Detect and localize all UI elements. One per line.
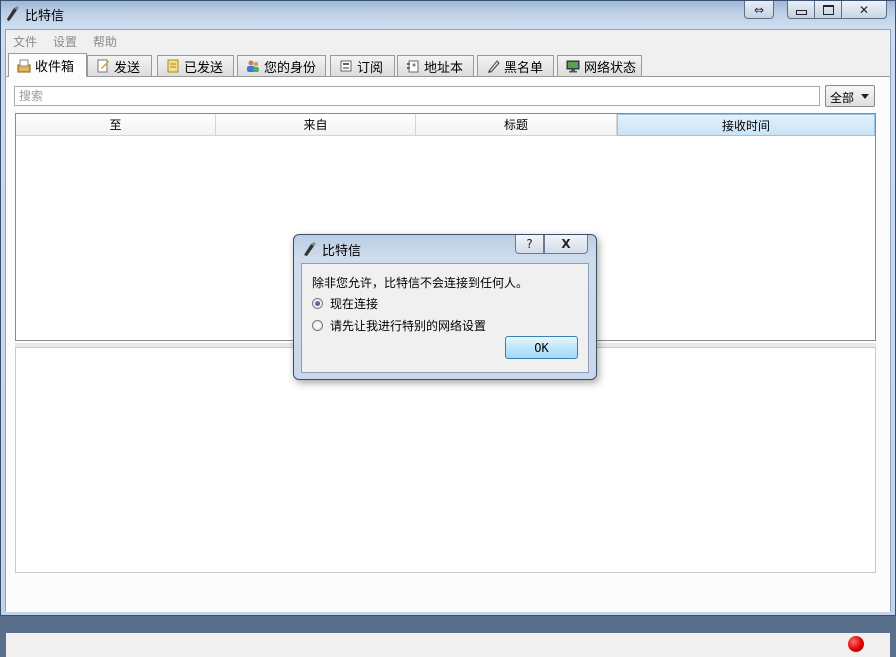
radio-button[interactable]: [312, 320, 323, 331]
option-connect-now[interactable]: 现在连接: [312, 295, 378, 312]
tab-inbox[interactable]: 收件箱: [8, 53, 87, 77]
tab-subscriptions[interactable]: 订阅: [330, 55, 395, 76]
menu-settings[interactable]: 设置: [53, 33, 77, 50]
maximize-icon: [822, 4, 834, 15]
column-header-label: 接收时间: [721, 118, 770, 133]
column-header-received[interactable]: 接收时间: [617, 114, 875, 136]
menu-help[interactable]: 帮助: [93, 33, 117, 50]
bitmessage-logo-icon: [5, 5, 21, 21]
dialog-close-button[interactable]: X: [544, 235, 588, 254]
network-status-indicator-icon[interactable]: [848, 636, 864, 652]
menu-file[interactable]: 文件: [13, 33, 37, 50]
maximize-button[interactable]: [814, 1, 842, 19]
tab-blacklist[interactable]: 黑名单: [477, 55, 554, 76]
radio-button-checked[interactable]: [312, 298, 323, 309]
option-label: 现在连接: [330, 297, 379, 311]
tab-label: 黑名单: [504, 60, 544, 76]
search-filter-value: 全部: [830, 91, 855, 105]
tab-identities[interactable]: 您的身份: [237, 55, 326, 76]
option-configure-network[interactable]: 请先让我进行特别的网络设置: [312, 317, 486, 334]
column-header-subject[interactable]: 标题: [416, 114, 617, 136]
help-icon: ?: [526, 237, 533, 251]
tab-label: 您的身份: [264, 60, 317, 76]
window-title: 比特信: [25, 9, 65, 24]
close-icon: ✕: [858, 2, 870, 17]
inbox-icon: [17, 59, 31, 73]
dialog-body: 除非您允许，比特信不会连接到任何人。 现在连接 请先让我进行特别的网络设置 OK: [301, 263, 589, 373]
dialog-help-button[interactable]: ?: [515, 235, 544, 254]
tab-label: 网络状态: [584, 60, 637, 76]
search-filter-select[interactable]: 全部: [825, 85, 875, 107]
search-input[interactable]: [14, 86, 820, 106]
close-icon: X: [561, 237, 571, 251]
ok-button[interactable]: OK: [505, 336, 578, 359]
column-header-from[interactable]: 来自: [216, 114, 416, 136]
resize-arrows-icon: ⇔: [753, 2, 765, 17]
connect-dialog: 比特信 ? X 除非您允许，比特信不会连接到任何人。 现在连接 请先让我进行特别…: [293, 234, 597, 380]
tab-address-book[interactable]: 地址本: [397, 55, 474, 76]
network-status-icon: [566, 59, 580, 73]
tab-label: 发送: [114, 60, 141, 76]
tab-bar: 收件箱 发送 已发送 您的身份 订阅 地址本 黑名单 网络状态: [6, 53, 890, 77]
title-bar[interactable]: 比特信 ⇔ ✕: [1, 1, 895, 27]
message-preview[interactable]: [15, 347, 876, 573]
restore-size-button[interactable]: ⇔: [744, 1, 774, 19]
table-header: 至 来自 标题 接收时间: [16, 114, 875, 136]
menu-bar: 文件 设置 帮助: [6, 30, 890, 50]
tab-network-status[interactable]: 网络状态: [557, 55, 642, 76]
minimize-icon: [795, 10, 807, 15]
tab-label: 已发送: [184, 60, 224, 76]
dialog-title: 比特信: [322, 244, 362, 259]
blacklist-icon: [486, 59, 500, 73]
close-button[interactable]: ✕: [841, 1, 887, 19]
tab-label: 地址本: [424, 60, 464, 76]
minimize-button[interactable]: [787, 1, 815, 19]
sent-icon: [166, 59, 180, 73]
send-icon: [96, 59, 110, 73]
tab-send[interactable]: 发送: [87, 55, 152, 76]
identities-icon: [246, 59, 260, 73]
option-label: 请先让我进行特别的网络设置: [330, 319, 487, 333]
address-book-icon: [406, 59, 420, 73]
bitmessage-logo-icon: [302, 241, 318, 257]
status-bar: [6, 633, 890, 657]
tab-label: 订阅: [357, 60, 384, 76]
subscriptions-icon: [339, 59, 353, 73]
tab-label: 收件箱: [35, 60, 75, 75]
tab-sent[interactable]: 已发送: [157, 55, 234, 76]
chevron-down-icon: [861, 94, 869, 99]
column-header-to[interactable]: 至: [16, 114, 216, 136]
dialog-message: 除非您允许，比特信不会连接到任何人。: [312, 276, 529, 290]
